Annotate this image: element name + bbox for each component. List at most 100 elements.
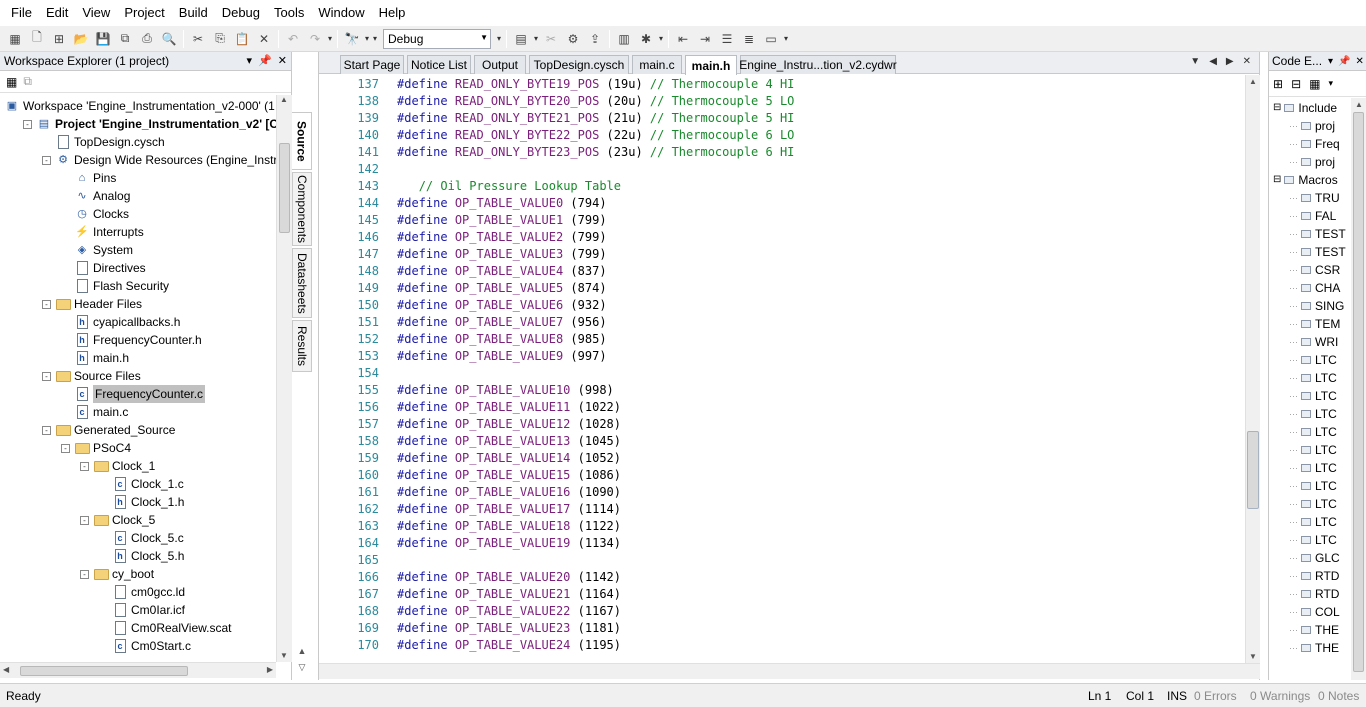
toolbar-overflow-icon[interactable]: ▾ bbox=[495, 34, 503, 43]
code-explorer-item[interactable]: ··· LTC bbox=[1289, 459, 1337, 477]
code-explorer-item[interactable]: ··· LTC bbox=[1289, 351, 1337, 369]
code-explorer-item[interactable]: ··· TRU bbox=[1289, 189, 1340, 207]
delete-icon[interactable]: ✕ bbox=[254, 29, 274, 49]
cut-icon[interactable]: ✂ bbox=[188, 29, 208, 49]
editor-vertical-scrollbar[interactable]: ▲ ▼ bbox=[1245, 75, 1260, 663]
collapse-toggle-icon[interactable]: - bbox=[42, 155, 51, 165]
code-explorer-item[interactable]: ··· SING bbox=[1289, 297, 1344, 315]
scroll-down-icon[interactable]: ▽ bbox=[299, 662, 306, 673]
tree-item[interactable]: -⚙ Design Wide Resources (Engine_Instrume bbox=[42, 151, 276, 169]
bookmark-icon[interactable]: ▭ bbox=[761, 29, 781, 49]
tab-notice-list[interactable]: Notice List bbox=[407, 55, 471, 74]
menu-project[interactable]: Project bbox=[117, 0, 171, 26]
program-icon[interactable]: ⇪ bbox=[585, 29, 605, 49]
uncomment-icon[interactable]: ≣ bbox=[739, 29, 759, 49]
code-explorer-item[interactable]: ⊟ Macros bbox=[1273, 171, 1338, 189]
code-explorer-item[interactable]: ··· LTC bbox=[1289, 495, 1337, 513]
workspace-horizontal-scrollbar[interactable]: ◀ ▶ bbox=[0, 662, 276, 678]
menu-view[interactable]: View bbox=[75, 0, 117, 26]
tab-main-c[interactable]: main.c bbox=[632, 55, 682, 74]
menu-debug[interactable]: Debug bbox=[215, 0, 267, 26]
expand-all-icon[interactable]: ⊞ bbox=[1273, 77, 1283, 91]
scroll-up-icon[interactable]: ▲ bbox=[1249, 77, 1257, 86]
tab-list-dropdown-icon[interactable]: ▼ bbox=[1190, 56, 1200, 67]
code-explorer-item[interactable]: ··· RTD bbox=[1289, 585, 1339, 603]
filter-dropdown-icon[interactable]: ▾ bbox=[1328, 78, 1333, 89]
scroll-down-icon[interactable]: ▼ bbox=[280, 651, 288, 660]
indent-icon[interactable]: ⇥ bbox=[695, 29, 715, 49]
save-all-icon[interactable]: ⧉ bbox=[115, 29, 135, 49]
build-configuration-select[interactable]: Debug ▼ bbox=[383, 28, 491, 49]
code-explorer-item[interactable]: ··· LTC bbox=[1289, 477, 1337, 495]
panel-menu-icon[interactable]: ▾ bbox=[1328, 56, 1333, 67]
tab-main-h[interactable]: main.h bbox=[685, 55, 737, 75]
tab-start-page[interactable]: Start Page bbox=[340, 55, 404, 74]
status-warnings[interactable]: 0 Warnings bbox=[1250, 689, 1310, 703]
tree-item[interactable]: Cm0RealView.scat bbox=[99, 619, 232, 637]
paste-icon[interactable]: 📋 bbox=[232, 29, 252, 49]
tree-item[interactable]: Directives bbox=[61, 259, 146, 277]
tree-item[interactable]: - ▤ Project 'Engine_Instrumentation_v2' [C… bbox=[23, 115, 276, 133]
tab-cydwr[interactable]: Engine_Instru...tion_v2.cydwr bbox=[739, 55, 897, 74]
code-explorer-item[interactable]: ··· LTC bbox=[1289, 387, 1337, 405]
tree-item[interactable]: h Clock_1.h bbox=[99, 493, 184, 511]
generate-icon[interactable]: ⚙ bbox=[563, 29, 583, 49]
collapse-toggle-icon[interactable]: - bbox=[42, 425, 51, 435]
scroll-thumb[interactable] bbox=[20, 666, 188, 676]
panel-menu-icon[interactable]: ▾ bbox=[247, 54, 253, 67]
collapse-toggle-icon[interactable]: - bbox=[80, 569, 89, 579]
code-explorer-scrollbar[interactable]: ▲ bbox=[1351, 98, 1366, 680]
tree-item[interactable]: ◷ Clocks bbox=[61, 205, 129, 223]
debug-bug-icon[interactable]: ✱ bbox=[636, 29, 656, 49]
tree-item[interactable]: c Clock_1.c bbox=[99, 475, 184, 493]
code-explorer-item[interactable]: ··· FAL bbox=[1289, 207, 1336, 225]
code-explorer-item[interactable]: ··· THE bbox=[1289, 621, 1339, 639]
tree-item[interactable]: - Source Files bbox=[42, 367, 141, 385]
tree-item[interactable]: h main.h bbox=[61, 349, 129, 367]
code-explorer-item[interactable]: ··· proj bbox=[1289, 117, 1335, 135]
toolbar-overflow-icon[interactable]: ▾ bbox=[657, 34, 665, 43]
tab-datasheets[interactable]: Datasheets bbox=[292, 248, 312, 318]
tree-item[interactable]: - Generated_Source bbox=[42, 421, 175, 439]
collapse-all-icon[interactable]: ⊟ bbox=[1291, 77, 1301, 91]
tree-item[interactable]: ◈ System bbox=[61, 241, 133, 259]
collapse-toggle-icon[interactable]: ⊟ bbox=[1273, 99, 1281, 117]
scroll-up-icon[interactable]: ▲ bbox=[1355, 100, 1363, 109]
collapse-toggle-icon[interactable]: - bbox=[80, 461, 89, 471]
scroll-left-icon[interactable]: ◀ bbox=[3, 665, 9, 674]
build-dropdown-icon[interactable]: ▾ bbox=[532, 34, 540, 43]
menu-window[interactable]: Window bbox=[311, 0, 371, 26]
tree-item[interactable]: ▣ Workspace 'Engine_Instrumentation_v2-00… bbox=[4, 97, 276, 115]
code-explorer-item[interactable]: ··· LTC bbox=[1289, 531, 1337, 549]
redo-icon[interactable]: ↷ bbox=[305, 29, 325, 49]
print-icon[interactable]: ⎙ bbox=[137, 29, 157, 49]
close-document-icon[interactable]: ✕ bbox=[1243, 56, 1251, 67]
code-explorer-item[interactable]: ··· CSR bbox=[1289, 261, 1340, 279]
code-explorer-item[interactable]: ··· LTC bbox=[1289, 405, 1337, 423]
menu-build[interactable]: Build bbox=[172, 0, 215, 26]
tree-item[interactable]: - cy_boot bbox=[80, 565, 154, 583]
tab-results[interactable]: Results bbox=[292, 320, 312, 372]
scroll-right-icon[interactable]: ▶ bbox=[267, 665, 273, 674]
tree-item[interactable]: c FrequencyCounter.c bbox=[61, 385, 206, 403]
toolbar-overflow-icon[interactable]: ▾ bbox=[782, 34, 790, 43]
tab-topdesign[interactable]: TopDesign.cysch bbox=[529, 55, 629, 74]
sort-icon[interactable]: ▦ bbox=[1309, 77, 1320, 91]
code-explorer-item[interactable]: ··· RTD bbox=[1289, 567, 1339, 585]
collapse-toggle-icon[interactable]: - bbox=[80, 515, 89, 525]
tree-item[interactable]: - PSoC4 bbox=[61, 439, 131, 457]
scroll-tabs-left-icon[interactable]: ◀ bbox=[1209, 56, 1217, 67]
code-explorer-item[interactable]: ⊟ Include bbox=[1273, 99, 1337, 117]
toolbar-overflow-icon[interactable]: ▾ bbox=[326, 34, 334, 43]
code-explorer-item[interactable]: ··· LTC bbox=[1289, 513, 1337, 531]
code-explorer-item[interactable]: ··· LTC bbox=[1289, 423, 1337, 441]
new-file-icon[interactable]: 🗋 bbox=[27, 29, 47, 49]
collapse-toggle-icon[interactable]: - bbox=[42, 371, 51, 381]
code-explorer-item[interactable]: ··· WRI bbox=[1289, 333, 1338, 351]
tree-item[interactable]: h FrequencyCounter.h bbox=[61, 331, 202, 349]
status-errors[interactable]: 0 Errors bbox=[1194, 689, 1237, 703]
status-notes[interactable]: 0 Notes bbox=[1318, 689, 1359, 703]
collapse-toggle-icon[interactable]: - bbox=[61, 443, 70, 453]
tree-item[interactable]: c Cm0Start.c bbox=[99, 637, 191, 655]
collapse-toggle-icon[interactable]: - bbox=[42, 299, 51, 309]
